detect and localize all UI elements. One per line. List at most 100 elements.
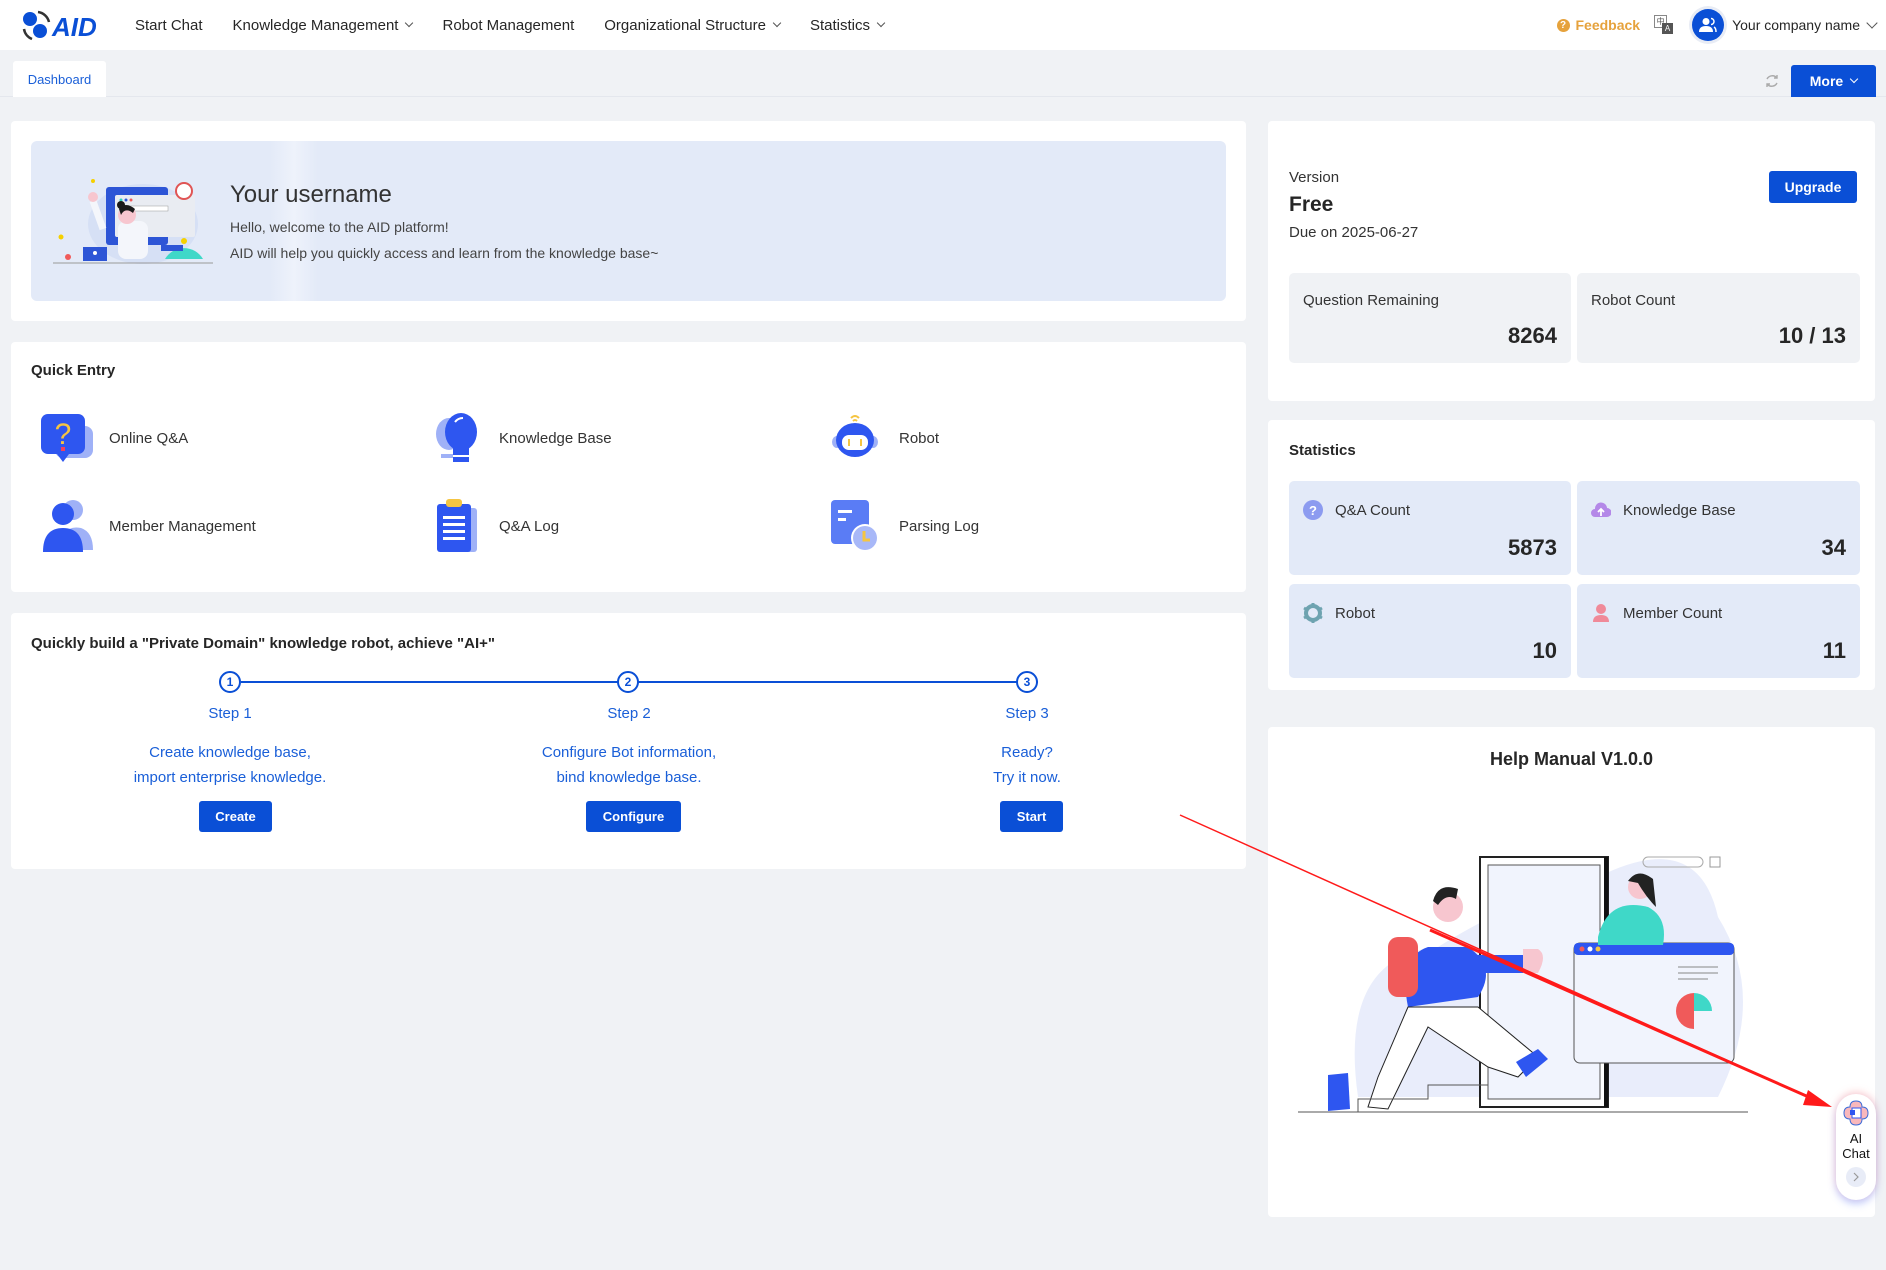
more-label: More <box>1809 73 1844 89</box>
version-label: Version <box>1289 169 1340 186</box>
step-1-indicator: 1 <box>219 671 241 693</box>
welcome-banner: Your username Hello, welcome to the AID … <box>31 141 1226 301</box>
quick-entry-label: Online Q&A <box>109 429 189 447</box>
company-name: Your company name <box>1732 17 1860 33</box>
card-label: Robot Count <box>1591 292 1676 309</box>
step-description: Try it now. <box>993 769 1061 786</box>
quick-entry-qa-log[interactable]: Q&A Log <box>429 498 559 554</box>
expand-chevron-icon[interactable] <box>1846 1167 1866 1187</box>
welcome-panel: Your username Hello, welcome to the AID … <box>11 121 1246 321</box>
chevron-down-icon <box>772 18 782 28</box>
clipboard-icon <box>437 499 477 552</box>
build-robot-panel: Quickly build a "Private Domain" knowled… <box>11 613 1246 869</box>
lang-en-glyph: A <box>1662 23 1674 34</box>
feedback-label: Feedback <box>1575 17 1641 33</box>
version-plan: Free <box>1289 193 1334 216</box>
step-2: Step 2 Configure Bot information, bind k… <box>479 705 779 790</box>
version-panel: Version Free Due on 2025-06-27 Upgrade Q… <box>1268 121 1875 401</box>
card-label: Robot <box>1335 604 1376 622</box>
chevron-down-icon <box>876 18 886 28</box>
quick-entry-label: Q&A Log <box>499 517 560 535</box>
step-3-indicator: 3 <box>1016 671 1038 693</box>
nav-right: ? Feedback 中 A Your company name <box>1556 0 1878 50</box>
build-robot-title: Quickly build a "Private Domain" knowled… <box>31 635 495 652</box>
step-description: Ready? <box>1001 744 1053 761</box>
username-heading: Your username <box>230 181 392 208</box>
ai-chat-label: AI Chat <box>1842 1131 1870 1161</box>
create-button[interactable]: Create <box>199 801 272 832</box>
quick-entry-knowledge-base[interactable]: Knowledge Base <box>429 410 612 466</box>
svg-text:?: ? <box>1309 503 1317 518</box>
statistics-title: Statistics <box>1289 442 1356 459</box>
robot-count-card: Robot Count 10 / 13 <box>1577 273 1860 363</box>
more-button[interactable]: More <box>1791 65 1876 97</box>
nav-label: Knowledge Management <box>232 16 399 34</box>
nav-label: Robot Management <box>442 16 575 34</box>
company-dropdown[interactable]: Your company name <box>1732 17 1878 33</box>
nav-knowledge-management[interactable]: Knowledge Management <box>232 16 414 34</box>
step-2-indicator: 2 <box>617 671 639 693</box>
feedback-link[interactable]: ? Feedback <box>1556 17 1641 33</box>
nav-start-chat[interactable]: Start Chat <box>135 17 203 34</box>
card-value: 11 <box>1822 638 1846 663</box>
statistics-panel: Statistics ? Q&A Count 5873 Knowledge Ba… <box>1268 420 1875 690</box>
quick-entry-label: Knowledge Base <box>499 429 612 447</box>
help-manual-title[interactable]: Help Manual V1.0.0 <box>1268 749 1875 770</box>
configure-button[interactable]: Configure <box>586 801 681 832</box>
main-nav: Start Chat Knowledge Management Robot Ma… <box>135 0 914 50</box>
steps-progress-line <box>241 681 1038 683</box>
help-manual-panel[interactable]: Help Manual V1.0.0 <box>1268 727 1875 1217</box>
card-value: 10 <box>1532 638 1557 663</box>
nav-label: Statistics <box>809 16 870 34</box>
robot-icon <box>832 415 878 457</box>
chevron-down-icon <box>1849 74 1859 84</box>
quick-entry-label: Member Management <box>109 517 256 535</box>
tab-bar: Dashboard <box>0 50 1886 97</box>
question-circle-icon: ? <box>1303 500 1323 520</box>
quick-entry-online-qa[interactable]: ? Online Q&A <box>39 410 188 466</box>
robot-stat-card: Robot 10 <box>1289 584 1571 678</box>
start-button[interactable]: Start <box>1000 801 1063 832</box>
card-label: Question Remaining <box>1303 292 1439 309</box>
document-clock-icon <box>831 500 879 552</box>
users-icon <box>43 500 93 552</box>
tab-dashboard[interactable]: Dashboard <box>13 61 106 97</box>
help-circle-icon: ? <box>1556 18 1570 32</box>
language-switch-icon[interactable]: 中 A <box>1654 15 1674 35</box>
nav-organizational-structure[interactable]: Organizational Structure <box>604 17 782 34</box>
tab-label: Dashboard <box>27 71 92 87</box>
chevron-down-icon <box>405 18 414 28</box>
card-label: Knowledge Base <box>1623 501 1736 519</box>
quick-entry-label: Parsing Log <box>899 517 980 535</box>
refresh-icon[interactable] <box>1764 73 1780 89</box>
help-illustration-icon <box>1298 856 1748 1113</box>
aid-logo[interactable]: AID <box>20 8 112 42</box>
step-title: Step 3 <box>1005 705 1049 722</box>
quick-entry-title: Quick Entry <box>31 362 116 379</box>
card-label: Q&A Count <box>1335 501 1411 519</box>
card-value: 10 / 13 <box>1778 323 1846 348</box>
quick-entry-parsing-log[interactable]: Parsing Log <box>829 498 979 554</box>
logo-text: AID <box>51 12 97 42</box>
version-due-date: Due on 2025-06-27 <box>1289 224 1419 241</box>
svg-text:?: ? <box>55 418 72 451</box>
nav-robot-management[interactable]: Robot Management <box>442 17 574 34</box>
user-icon <box>1591 603 1611 623</box>
top-navbar: AID Start Chat Knowledge Management Robo… <box>0 0 1886 50</box>
nav-statistics[interactable]: Statistics <box>809 16 886 34</box>
lightbulb-icon <box>436 413 477 462</box>
quick-entry-member-management[interactable]: Member Management <box>39 498 256 554</box>
quick-entry-robot[interactable]: Robot <box>829 410 939 466</box>
step-description: Create knowledge base, <box>149 744 311 761</box>
upgrade-button[interactable]: Upgrade <box>1769 171 1857 203</box>
ai-chat-widget[interactable]: AI Chat <box>1836 1094 1876 1200</box>
card-value: 34 <box>1821 535 1846 560</box>
cloud-upload-icon <box>1591 500 1611 520</box>
step-title: Step 2 <box>607 705 651 722</box>
card-value: 8264 <box>1508 323 1557 348</box>
welcome-illustration-icon <box>53 179 213 264</box>
question-bubble-icon: ? <box>41 414 93 462</box>
step-description: import enterprise knowledge. <box>133 769 327 786</box>
welcome-subtitle: AID will help you quickly access and lea… <box>230 245 659 261</box>
avatar[interactable] <box>1692 9 1725 41</box>
